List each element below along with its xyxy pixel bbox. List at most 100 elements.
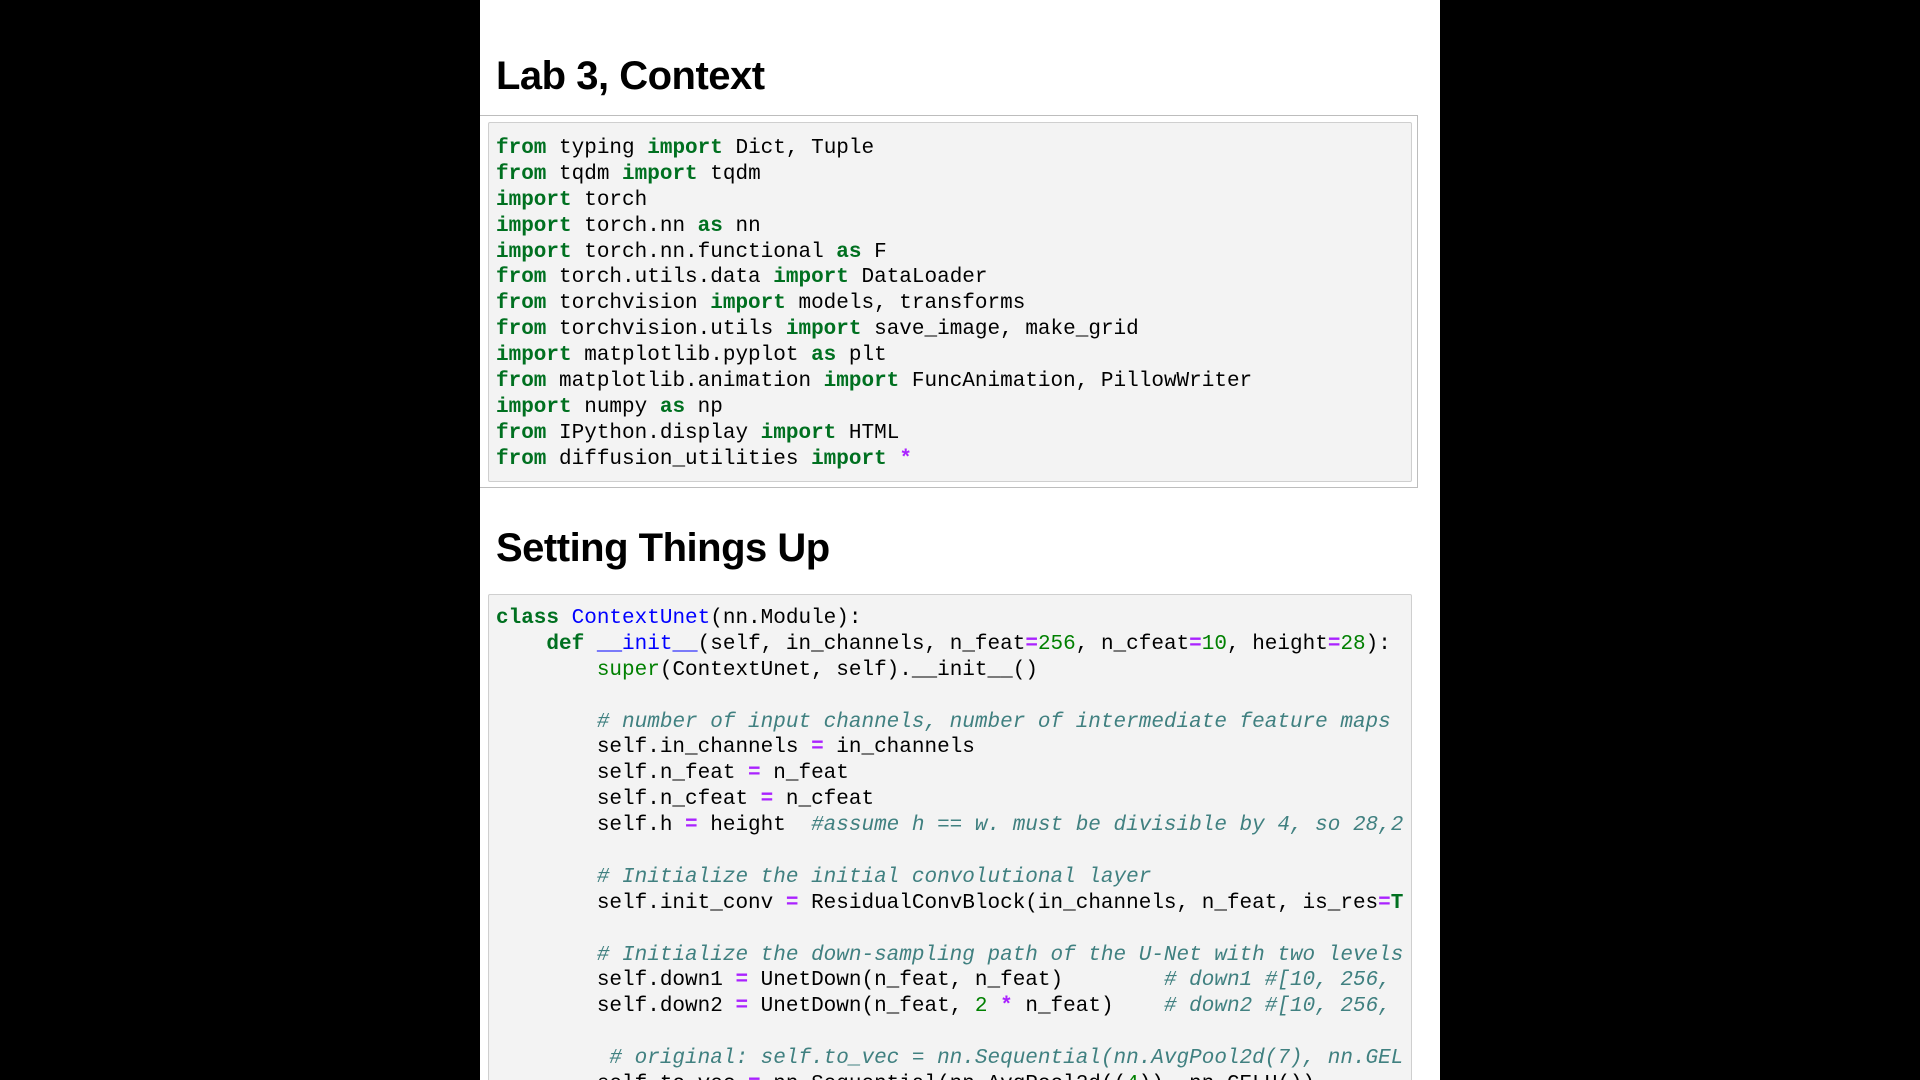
code-line: import torch <box>496 188 1411 214</box>
code-token: def <box>546 632 585 656</box>
code-line: self.down1 = UnetDown(n_feat, n_feat) # … <box>496 968 1411 994</box>
code-token: as <box>659 395 686 419</box>
code-text-imports: from typing import Dict, Tuple from tqdm … <box>489 136 1411 473</box>
code-token: F <box>861 240 887 264</box>
code-line: from torchvision.utils import save_image… <box>496 317 1411 343</box>
code-line: # number of input channels, number of in… <box>496 710 1411 736</box>
code-token: 28 <box>1340 632 1366 656</box>
code-token: torch.utils.data <box>546 266 774 290</box>
code-token: from <box>496 137 547 160</box>
code-token: plt <box>836 344 887 368</box>
section-title-lab3: Lab 3, Context <box>496 54 765 98</box>
code-token: import <box>622 162 698 186</box>
section-title-setting-things-up: Setting Things Up <box>496 526 830 570</box>
code-token: in_channels <box>823 736 975 760</box>
code-token: torch <box>571 188 648 212</box>
code-line: from torch.utils.data import DataLoader <box>496 265 1411 291</box>
code-editor-context-unet[interactable]: class ContextUnet(nn.Module): def __init… <box>488 594 1412 1080</box>
code-token: from <box>496 162 547 186</box>
code-line: class ContextUnet(nn.Module): <box>496 606 1411 632</box>
code-token: from <box>496 266 547 290</box>
code-token: height <box>697 814 812 838</box>
code-line: # Initialize the down-sampling path of t… <box>496 943 1411 969</box>
code-cell-context-unet[interactable]: class ContextUnet(nn.Module): def __init… <box>480 588 1418 1080</box>
code-token: = <box>748 762 761 786</box>
code-token: matplotlib.animation <box>546 370 824 394</box>
code-token: torchvision <box>546 292 711 316</box>
code-token: super <box>596 658 660 682</box>
code-token: , n_cfeat <box>1075 632 1190 656</box>
code-token: * <box>899 447 912 471</box>
code-token: 2 <box>974 995 988 1019</box>
code-line: from matplotlib.animation import FuncAni… <box>496 369 1411 395</box>
code-token: T <box>1390 891 1404 915</box>
code-editor-imports[interactable]: from typing import Dict, Tuple from tqdm … <box>488 122 1412 482</box>
code-token: 4 <box>1126 1073 1139 1080</box>
code-token: tqdm <box>546 162 623 186</box>
code-token: # down1 #[10, 256, <box>1163 969 1391 993</box>
code-token: = <box>1327 632 1341 656</box>
code-token: torchvision.utils <box>546 318 786 342</box>
code-line: from tqdm import tqdm <box>496 162 1411 188</box>
code-token: 10 <box>1201 632 1227 656</box>
code-token: models, transforms <box>785 292 1026 316</box>
code-token: from <box>496 447 547 471</box>
code-token: as <box>836 240 862 264</box>
code-token: DataLoader <box>848 266 988 290</box>
code-line: import torch.nn as nn <box>496 214 1411 240</box>
code-token: import <box>496 395 572 419</box>
code-token: # original: self.to_vec = nn.Sequential(… <box>609 1047 1404 1071</box>
code-token: torch.nn.functional <box>571 240 837 264</box>
code-token: Dict, Tuple <box>722 137 875 160</box>
code-token: = <box>1025 632 1038 656</box>
code-token: self.n_feat <box>496 762 749 786</box>
code-token: #assume h == w. must be divisible by 4, … <box>811 814 1404 838</box>
code-line: import torch.nn.functional as F <box>496 240 1411 266</box>
code-token: diffusion_utilities <box>546 447 812 471</box>
code-line: self.h = height #assume h == w. must be … <box>496 813 1411 839</box>
code-token: import <box>496 188 572 212</box>
code-token: self.n_cfeat <box>496 788 761 812</box>
code-text-context-unet: class ContextUnet(nn.Module): def __init… <box>489 606 1411 1080</box>
code-token: __init__ <box>596 632 698 656</box>
code-token: (nn.Module): <box>710 607 862 630</box>
code-token: np <box>685 395 723 419</box>
notebook-page: Lab 3, Context from typing import Dict, … <box>480 0 1440 1080</box>
code-token: import <box>496 214 572 238</box>
code-token: import <box>760 421 837 445</box>
code-line: # original: self.to_vec = nn.Sequential(… <box>496 1046 1411 1072</box>
code-token: = <box>1378 891 1391 915</box>
code-line: from IPython.display import HTML <box>496 421 1411 447</box>
code-cell-imports[interactable]: from typing import Dict, Tuple from tqdm … <box>480 115 1418 488</box>
code-token: ): <box>1365 632 1391 656</box>
code-token: import <box>773 266 849 290</box>
code-token: torch.nn <box>571 214 698 238</box>
code-line: self.n_cfeat = n_cfeat <box>496 787 1411 813</box>
code-token: self.to_vec <box>496 1073 748 1080</box>
code-token: self.h <box>496 814 686 838</box>
code-line: from torchvision import models, transfor… <box>496 291 1411 317</box>
code-line: self.init_conv = ResidualConvBlock(in_ch… <box>496 891 1411 917</box>
code-token: IPython.display <box>546 421 761 445</box>
code-token: UnetDown(n_feat, <box>748 995 975 1019</box>
code-token: class <box>496 607 560 630</box>
code-token: = <box>760 788 774 812</box>
code-line: self.n_feat = n_feat <box>496 761 1411 787</box>
code-token: self.down2 <box>496 995 736 1019</box>
code-token: import <box>496 344 572 368</box>
code-token: from <box>496 318 547 342</box>
code-token: = <box>735 969 749 993</box>
code-token: numpy <box>571 395 660 419</box>
code-token: # Initialize the down-sampling path of t… <box>596 943 1404 967</box>
